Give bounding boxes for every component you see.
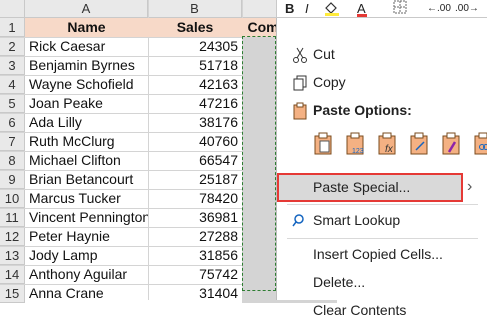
svg-text:fx: fx: [385, 144, 394, 155]
decrease-decimal-icon[interactable]: ←.00: [427, 0, 451, 18]
header-name[interactable]: Name: [25, 18, 148, 37]
cell-name[interactable]: Ruth McClurg: [25, 132, 148, 151]
row-header[interactable]: 4: [0, 75, 25, 94]
cell-sales[interactable]: 31856: [148, 246, 242, 265]
menu-item-paste-options: Paste Options:: [277, 96, 487, 124]
cell-name[interactable]: Brian Betancourt: [25, 170, 148, 189]
row-header[interactable]: 5: [0, 94, 25, 113]
scissors-icon: [291, 45, 309, 63]
row-header[interactable]: 1: [0, 18, 25, 37]
column-header-b[interactable]: B: [148, 0, 242, 18]
menu-item-paste-special[interactable]: Paste Special...: [277, 173, 487, 201]
row-header[interactable]: 8: [0, 151, 25, 170]
cell-sales[interactable]: 75742: [148, 265, 242, 284]
cell-name[interactable]: Michael Clifton: [25, 151, 148, 170]
row-header[interactable]: 14: [0, 265, 25, 284]
row-header[interactable]: 15: [0, 284, 25, 303]
menu-item-delete[interactable]: Delete...: [277, 268, 487, 296]
cell-sales[interactable]: 31404: [148, 284, 242, 303]
cell-name[interactable]: Wayne Schofield: [25, 75, 148, 94]
menu-label-paste-special: Paste Special...: [313, 173, 410, 201]
cell-name[interactable]: Marcus Tucker: [25, 189, 148, 208]
menu-separator: [287, 238, 478, 239]
paste-link-icon[interactable]: [473, 132, 487, 156]
row-header[interactable]: 2: [0, 37, 25, 56]
row-header[interactable]: 6: [0, 113, 25, 132]
svg-text:123: 123: [352, 148, 364, 155]
paste-icon[interactable]: [313, 132, 333, 156]
cell-sales[interactable]: 78420: [148, 189, 242, 208]
cell-name[interactable]: Peter Haynie: [25, 227, 148, 246]
cell-sales[interactable]: 47216: [148, 94, 242, 113]
paste-transpose-icon[interactable]: [409, 132, 429, 156]
menu-label-copy: Copy: [313, 68, 346, 96]
menu-item-cut[interactable]: Cut: [277, 40, 487, 68]
menu-label-smart-lookup: Smart Lookup: [313, 206, 400, 234]
fill-color-icon[interactable]: [323, 0, 341, 18]
borders-icon[interactable]: [393, 0, 407, 18]
bold-button[interactable]: B: [285, 0, 294, 18]
cell-name[interactable]: Joan Peake: [25, 94, 148, 113]
chevron-right-icon[interactable]: ›: [467, 178, 472, 196]
cell-name[interactable]: Benjamin Byrnes: [25, 56, 148, 75]
menu-label-insert-copied: Insert Copied Cells...: [313, 240, 443, 268]
header-sales[interactable]: Sales: [148, 18, 242, 37]
clipboard-icon: [291, 101, 309, 119]
menu-label-paste-options: Paste Options:: [313, 96, 412, 124]
menu-label-delete: Delete...: [313, 268, 365, 296]
cell-sales[interactable]: 42163: [148, 75, 242, 94]
menu-label-cut: Cut: [313, 40, 335, 68]
row-header[interactable]: 7: [0, 132, 25, 151]
font-color-underline: [357, 14, 367, 17]
cell-name[interactable]: Ada Lilly: [25, 113, 148, 132]
increase-decimal-icon[interactable]: .00→: [455, 0, 479, 18]
menu-item-smart-lookup[interactable]: Smart Lookup: [277, 206, 487, 234]
cell-sales[interactable]: 27288: [148, 227, 242, 246]
row-header[interactable]: 13: [0, 246, 25, 265]
cell-name[interactable]: Jody Lamp: [25, 246, 148, 265]
row-header[interactable]: 11: [0, 208, 25, 227]
cell-name[interactable]: Anthony Aguilar: [25, 265, 148, 284]
copy-icon: [291, 73, 309, 91]
menu-label-clear: Clear Contents: [313, 296, 406, 324]
menu-item-clear-contents[interactable]: Clear Contents: [277, 296, 487, 324]
cell-sales[interactable]: 51718: [148, 56, 242, 75]
search-icon: [291, 211, 309, 229]
menu-separator: [287, 204, 478, 205]
cell-name[interactable]: Rick Caesar: [25, 37, 148, 56]
cell-sales[interactable]: 24305: [148, 37, 242, 56]
cell-name[interactable]: Vincent Pennington: [25, 208, 148, 227]
row-header[interactable]: 10: [0, 189, 25, 208]
cell-sales[interactable]: 66547: [148, 151, 242, 170]
column-header-a[interactable]: A: [25, 0, 148, 18]
context-menu: Cut Copy Paste Options: 123 fx: [276, 18, 487, 300]
cell-sales[interactable]: 38176: [148, 113, 242, 132]
row-header[interactable]: 9: [0, 170, 25, 189]
cell-sales[interactable]: 36981: [148, 208, 242, 227]
menu-item-copy[interactable]: Copy: [277, 68, 487, 96]
row-header[interactable]: 12: [0, 227, 25, 246]
cell-name[interactable]: Anna Crane: [25, 284, 148, 303]
row-header[interactable]: 3: [0, 56, 25, 75]
menu-item-insert-copied-cells[interactable]: Insert Copied Cells...: [277, 240, 487, 268]
italic-button[interactable]: I: [305, 0, 309, 18]
paste-formatting-icon[interactable]: [441, 132, 461, 156]
copy-selection-marquee: [242, 36, 276, 291]
cell-sales[interactable]: 25187: [148, 170, 242, 189]
cell-sales[interactable]: 40760: [148, 132, 242, 151]
mini-toolbar: B I A ←.00 .00→: [276, 0, 487, 18]
column-header-corner[interactable]: [0, 0, 25, 18]
paste-formulas-icon[interactable]: fx: [377, 132, 397, 156]
paste-values-icon[interactable]: 123: [345, 132, 365, 156]
